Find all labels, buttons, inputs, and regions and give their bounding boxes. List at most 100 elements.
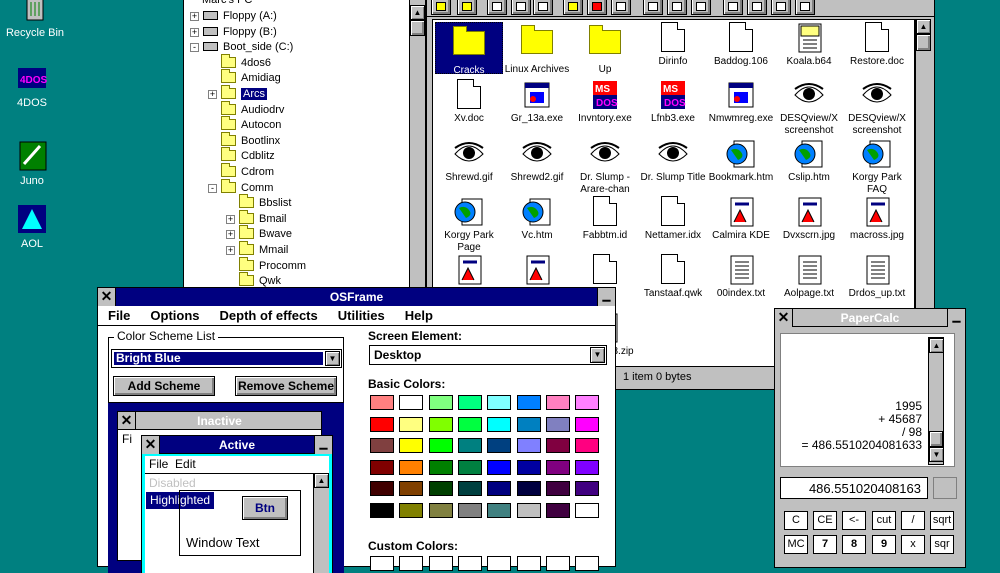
desktop-icon-recycle-bin[interactable]: Recycle Bin: [0, 0, 70, 39]
file-item[interactable]: Dirinfo: [639, 22, 707, 68]
desktop-icon-aol[interactable]: AOL: [0, 203, 67, 250]
color-swatch[interactable]: [428, 416, 453, 432]
expand-icon[interactable]: +: [226, 214, 235, 224]
new-folder-icon[interactable]: [563, 0, 583, 15]
color-swatch[interactable]: [575, 395, 600, 410]
color-swatch[interactable]: [399, 502, 424, 518]
color-swatch[interactable]: [575, 502, 600, 518]
file-item[interactable]: Drdos_up.txt: [843, 254, 911, 300]
calc-key[interactable]: x: [901, 535, 925, 554]
collapse-icon[interactable]: -: [190, 43, 199, 53]
scroll-thumb[interactable]: [916, 34, 931, 51]
color-swatch[interactable]: [545, 395, 570, 410]
tree-item[interactable]: Bootlinx: [208, 131, 280, 149]
calc-key[interactable]: 7: [813, 535, 837, 554]
chevron-down-icon[interactable]: ▼: [590, 347, 605, 363]
calc-key[interactable]: MC: [784, 535, 808, 554]
color-swatch[interactable]: [457, 481, 482, 496]
color-swatch[interactable]: [457, 502, 482, 518]
desktop-icon-juno[interactable]: Juno: [0, 140, 67, 187]
color-swatch[interactable]: [575, 481, 600, 496]
expand-icon[interactable]: +: [226, 230, 235, 240]
color-swatch[interactable]: [457, 395, 482, 410]
tree-item[interactable]: + Bwave: [226, 225, 292, 242]
color-swatch[interactable]: [487, 395, 512, 410]
color-swatch[interactable]: [516, 438, 541, 453]
color-swatch[interactable]: [370, 481, 394, 496]
calc-key[interactable]: <-: [842, 511, 866, 530]
tree-item[interactable]: Bbslist: [226, 194, 291, 211]
custom-color-swatch[interactable]: [370, 556, 394, 571]
tree-root[interactable]: Marc's PC: [202, 0, 252, 8]
file-item[interactable]: Koala.b64: [775, 22, 843, 68]
file-item[interactable]: Cracks: [435, 22, 503, 76]
tree-item[interactable]: - Comm: [208, 178, 273, 196]
color-swatch[interactable]: [399, 416, 424, 432]
calc-key[interactable]: C: [784, 511, 808, 530]
file-item[interactable]: MS DOS Lfnb3.exe: [639, 79, 707, 125]
tree-item[interactable]: Cdblitz: [208, 147, 275, 164]
tree-item[interactable]: Autocon: [208, 116, 281, 133]
large-icons-icon[interactable]: [643, 0, 663, 15]
file-item[interactable]: Aolpage.txt: [775, 254, 843, 300]
custom-color-swatch[interactable]: [399, 556, 424, 571]
file-item[interactable]: Nettamer.idx: [639, 196, 707, 242]
color-swatch[interactable]: [516, 416, 541, 432]
tree-item[interactable]: + Arcs: [208, 85, 267, 102]
calc-key[interactable]: CE: [813, 511, 837, 530]
expand-icon[interactable]: +: [208, 90, 217, 99]
file-item[interactable]: Up: [571, 22, 639, 76]
file-item[interactable]: Xv.doc: [435, 79, 503, 125]
file-item[interactable]: Dr. Slump Title: [639, 138, 707, 184]
file-item[interactable]: Baddog.106: [707, 22, 775, 68]
tree-item[interactable]: Audiodrv: [208, 100, 284, 118]
color-swatch[interactable]: [399, 481, 424, 496]
tree-scrollbar[interactable]: ▲: [409, 0, 425, 297]
file-item[interactable]: Vc.htm: [503, 196, 571, 242]
color-swatch[interactable]: [370, 395, 394, 410]
color-swatch[interactable]: [428, 459, 453, 475]
properties-icon[interactable]: [611, 0, 631, 15]
details-icon[interactable]: [691, 0, 711, 15]
file-item[interactable]: DESQview/X screenshot: [775, 79, 843, 137]
scroll-up-icon[interactable]: ▲: [929, 338, 944, 353]
copy-icon[interactable]: [511, 0, 531, 15]
color-swatch[interactable]: [516, 459, 541, 475]
menu-options[interactable]: Options: [140, 306, 209, 325]
tree-item[interactable]: + Floppy (B:): [190, 24, 277, 40]
menu-utilities[interactable]: Utilities: [328, 306, 395, 325]
folder-up-icon[interactable]: [431, 0, 451, 15]
expand-icon[interactable]: +: [190, 27, 199, 37]
calc-key[interactable]: sqr: [930, 535, 954, 554]
file-item[interactable]: DESQview/X screenshot: [843, 79, 911, 137]
tree-item[interactable]: 4dos6: [208, 53, 271, 71]
tree-item[interactable]: - Boot_side (C:): [190, 39, 293, 55]
custom-color-swatch[interactable]: [487, 556, 512, 571]
tree-item[interactable]: + Floppy (A:): [190, 8, 277, 24]
tree-item[interactable]: + Bmail: [226, 209, 287, 227]
color-swatch[interactable]: [428, 502, 453, 518]
color-swatch[interactable]: [457, 416, 482, 432]
color-swatch[interactable]: [575, 416, 600, 432]
system-menu-icon[interactable]: ✕: [98, 288, 116, 306]
file-item[interactable]: Korgy Park FAQ: [843, 138, 911, 196]
minimize-icon[interactable]: ▁: [947, 309, 965, 327]
file-item[interactable]: Fabbtm.id: [571, 196, 639, 242]
color-swatch[interactable]: [370, 416, 394, 432]
color-swatch[interactable]: [370, 438, 394, 453]
color-swatch[interactable]: [545, 416, 570, 432]
color-swatch[interactable]: [545, 459, 570, 475]
color-swatch[interactable]: [487, 438, 512, 453]
menu-file[interactable]: File: [98, 306, 140, 325]
color-swatch[interactable]: [399, 395, 424, 410]
file-item[interactable]: Linux Archives: [503, 22, 571, 76]
file-item[interactable]: [503, 254, 571, 288]
file-item[interactable]: Tanstaaf.qwk: [639, 254, 707, 300]
sort-type-icon[interactable]: [747, 0, 767, 15]
file-item[interactable]: [435, 254, 503, 288]
color-swatch[interactable]: [428, 395, 453, 410]
small-icons-icon[interactable]: [667, 0, 687, 15]
collapse-icon[interactable]: -: [208, 183, 217, 193]
sort-date-icon[interactable]: [795, 0, 815, 15]
color-swatch[interactable]: [487, 416, 512, 432]
